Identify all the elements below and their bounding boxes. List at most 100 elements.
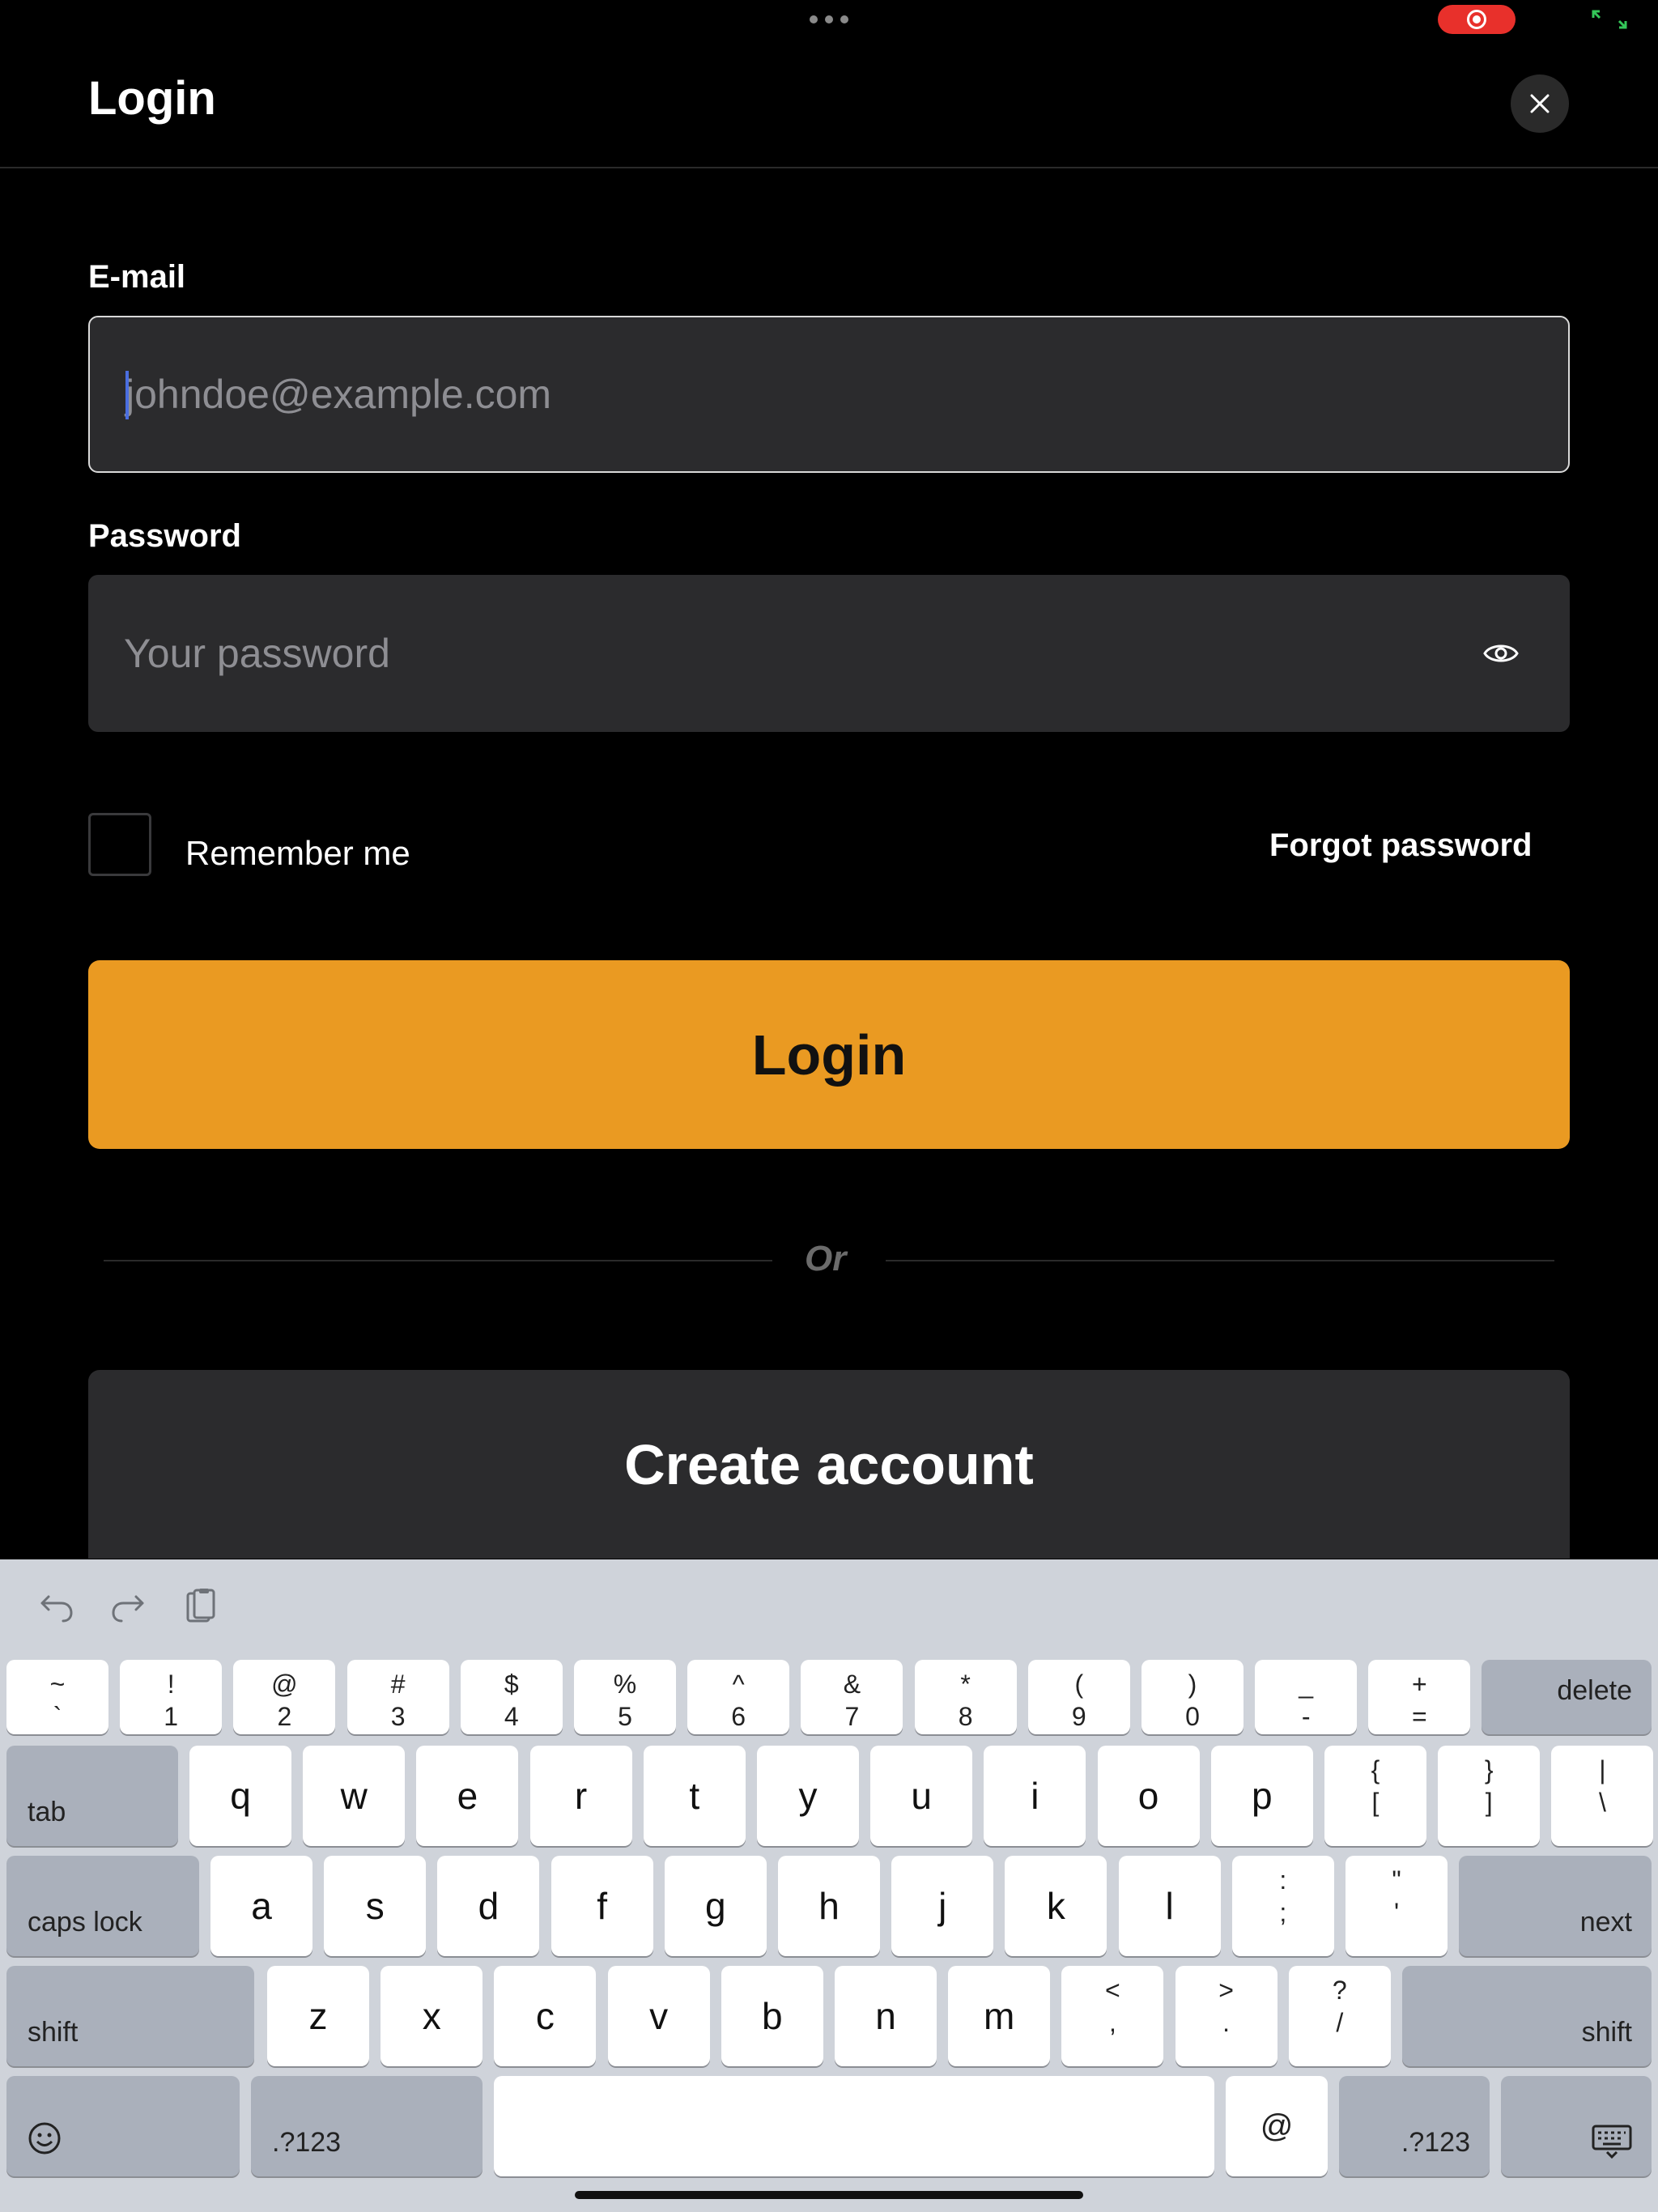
key-u[interactable]: u xyxy=(870,1746,973,1846)
key-z[interactable]: z xyxy=(267,1966,369,2066)
create-account-button[interactable]: Create account xyxy=(88,1370,1570,1559)
key-bracket-1-bottom-label: ] xyxy=(1485,1788,1493,1817)
at-key-label: @ xyxy=(1260,2108,1294,2144)
key-t[interactable]: t xyxy=(643,1746,746,1846)
key-2[interactable]: @2 xyxy=(233,1660,336,1734)
key-q[interactable]: q xyxy=(189,1746,291,1846)
key-s[interactable]: s xyxy=(324,1856,427,1956)
key-y[interactable]: y xyxy=(757,1746,859,1846)
email-field[interactable]: johndoe@example.com xyxy=(88,316,1570,473)
key-d[interactable]: d xyxy=(437,1856,540,1956)
key-v-label: v xyxy=(649,1995,669,2037)
key-bracket-2[interactable]: | \ xyxy=(1551,1746,1654,1846)
next-key[interactable]: next xyxy=(1459,1856,1652,1956)
password-label: Password xyxy=(88,518,241,554)
key-bracket-0-bottom-label: [ xyxy=(1371,1788,1380,1817)
redo-icon[interactable] xyxy=(108,1587,147,1626)
key-9[interactable]: (9 xyxy=(1027,1660,1130,1734)
password-field[interactable]: Your password xyxy=(88,575,1570,732)
key-10-bottom-label: 0 xyxy=(1185,1702,1200,1731)
key-0[interactable]: ~ ` xyxy=(6,1660,108,1734)
key-b[interactable]: b xyxy=(721,1966,823,2066)
key-f[interactable]: f xyxy=(551,1856,653,1956)
key-g[interactable]: g xyxy=(664,1856,767,1956)
login-button[interactable]: Login xyxy=(88,960,1570,1149)
key-j[interactable]: j xyxy=(891,1856,994,1956)
shift-right-key[interactable]: shift xyxy=(1402,1966,1652,2066)
key-2-top-label: @ xyxy=(271,1670,298,1699)
key-punct-1[interactable]: " ' xyxy=(1346,1856,1448,1956)
key-11[interactable]: _ - xyxy=(1255,1660,1358,1734)
key-o-label: o xyxy=(1137,1775,1159,1817)
key-bracket-0-top-label: { xyxy=(1371,1755,1380,1784)
key-m[interactable]: m xyxy=(948,1966,1051,2066)
key-a[interactable]: a xyxy=(210,1856,312,1956)
key-5[interactable]: % 5 xyxy=(574,1660,676,1734)
key-m-label: m xyxy=(984,1995,1015,2037)
key-p[interactable]: p xyxy=(1210,1746,1313,1846)
tab-key-label: tab xyxy=(28,1797,66,1827)
key-w[interactable]: w xyxy=(303,1746,406,1846)
key-bracket-0[interactable]: {[ xyxy=(1324,1746,1426,1846)
divider-left xyxy=(104,1260,772,1261)
key-r[interactable]: r xyxy=(529,1746,632,1846)
numbers-key-right[interactable]: .?123 xyxy=(1339,2076,1490,2176)
key-p-label: p xyxy=(1252,1775,1273,1817)
key-c[interactable]: c xyxy=(494,1966,597,2066)
key-12[interactable]: + = xyxy=(1368,1660,1471,1734)
key-angle-0-bottom-label: , xyxy=(1108,2008,1116,2037)
key-d-label: d xyxy=(478,1885,500,1927)
key-12-top-label: + xyxy=(1412,1670,1427,1699)
key-q-label: q xyxy=(230,1775,251,1817)
key-10[interactable]: ) 0 xyxy=(1141,1660,1244,1734)
key-5-bottom-label: 5 xyxy=(618,1702,632,1731)
key-1[interactable]: ! 1 xyxy=(120,1660,223,1734)
key-bracket-1-top-label: } xyxy=(1484,1755,1494,1784)
key-angle-2[interactable]: ? / xyxy=(1288,1966,1391,2066)
shift-left-key[interactable]: shift xyxy=(6,1966,254,2066)
key-8[interactable]: * 8 xyxy=(914,1660,1017,1734)
key-3[interactable]: #3 xyxy=(346,1660,449,1734)
key-v[interactable]: v xyxy=(607,1966,710,2066)
key-7[interactable]: & 7 xyxy=(801,1660,903,1734)
show-password-icon[interactable] xyxy=(1482,638,1520,669)
caps-lock-key[interactable]: caps lock xyxy=(6,1856,199,1956)
key-6[interactable]: ^ 6 xyxy=(687,1660,790,1734)
tab-key[interactable]: tab xyxy=(6,1746,178,1846)
remember-me-label[interactable]: Remember me xyxy=(185,834,410,873)
key-e[interactable]: e xyxy=(416,1746,519,1846)
key-12-bottom-label: = xyxy=(1412,1702,1427,1731)
key-l[interactable]: l xyxy=(1118,1856,1221,1956)
key-8-bottom-label: 8 xyxy=(958,1702,973,1731)
caps-lock-key-label: caps lock xyxy=(28,1907,142,1938)
key-k[interactable]: k xyxy=(1005,1856,1107,1956)
close-button[interactable] xyxy=(1511,74,1569,133)
key-bracket-2-bottom-label: \ xyxy=(1598,1788,1606,1817)
key-4[interactable]: $4 xyxy=(460,1660,563,1734)
key-n[interactable]: n xyxy=(835,1966,937,2066)
key-i[interactable]: i xyxy=(984,1746,1086,1846)
undo-icon[interactable] xyxy=(37,1587,76,1626)
forgot-password-link[interactable]: Forgot password xyxy=(1269,827,1532,864)
key-y-label: y xyxy=(798,1775,818,1817)
key-punct-0[interactable]: :; xyxy=(1231,1856,1334,1956)
key-angle-1[interactable]: >. xyxy=(1175,1966,1278,2066)
hide-keyboard-key[interactable] xyxy=(1501,2076,1652,2176)
key-l-label: l xyxy=(1165,1885,1174,1927)
key-h[interactable]: h xyxy=(778,1856,880,1956)
key-angle-0[interactable]: <, xyxy=(1061,1966,1164,2066)
emoji-key[interactable] xyxy=(6,2076,240,2176)
numbers-key-left[interactable]: .?123 xyxy=(251,2076,483,2176)
key-3-top-label: # xyxy=(390,1670,406,1699)
remember-me-checkbox[interactable] xyxy=(88,813,151,876)
at-key[interactable]: @ xyxy=(1226,2076,1328,2176)
text-cursor xyxy=(125,371,129,419)
space-key[interactable] xyxy=(494,2076,1214,2176)
key-o[interactable]: o xyxy=(1097,1746,1200,1846)
paste-icon[interactable] xyxy=(181,1587,220,1626)
key-7-top-label: & xyxy=(843,1670,861,1699)
key-x[interactable]: x xyxy=(380,1966,483,2066)
key-x-label: x xyxy=(422,1995,441,2037)
key-bracket-1[interactable]: }] xyxy=(1438,1746,1541,1846)
delete-key[interactable]: delete xyxy=(1482,1660,1652,1734)
